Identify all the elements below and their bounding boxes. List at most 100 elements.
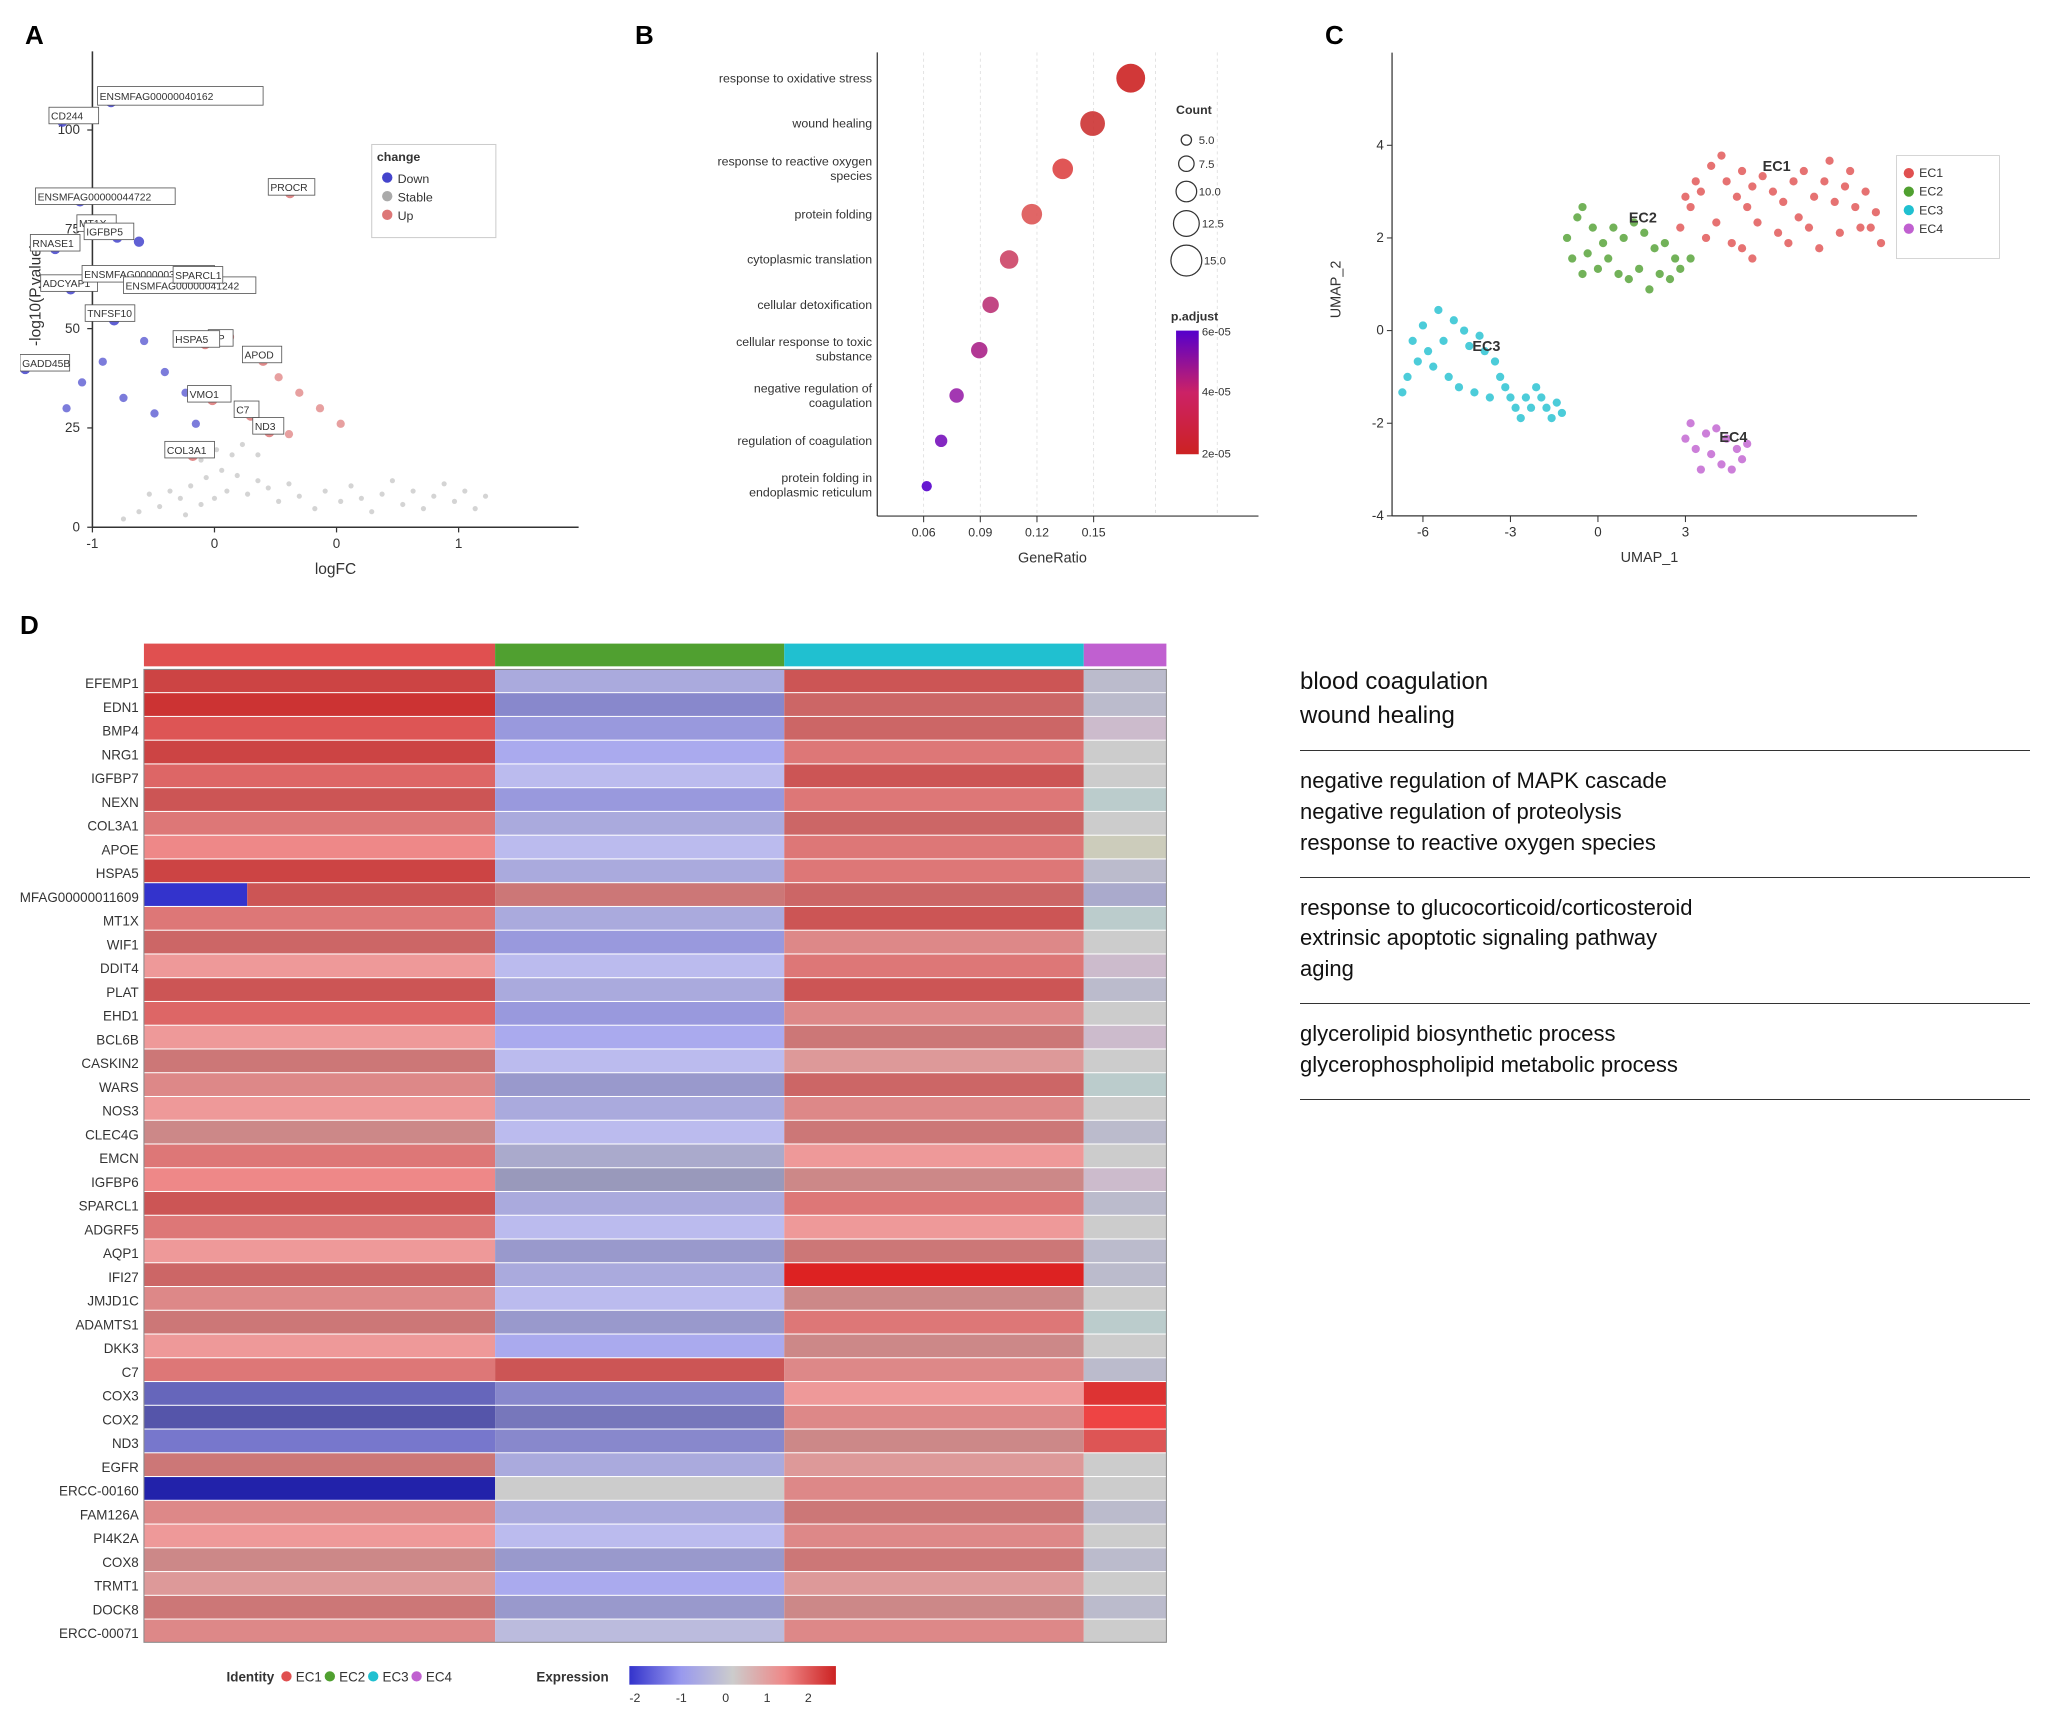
svg-text:2: 2	[805, 1691, 812, 1705]
svg-text:HSPA5: HSPA5	[96, 866, 139, 881]
svg-text:IGFBP5: IGFBP5	[86, 228, 123, 239]
panel-b-label: B	[635, 20, 654, 51]
svg-text:C7: C7	[122, 1365, 139, 1380]
svg-text:EHD1: EHD1	[103, 1009, 139, 1024]
svg-text:EC2: EC2	[339, 1670, 365, 1685]
svg-text:-log10(P.value): -log10(P.value)	[28, 243, 45, 346]
annotation-group-2: negative regulation of MAPK cascade nega…	[1300, 751, 2030, 877]
annotation-aging: aging	[1300, 954, 2030, 985]
svg-text:0.09: 0.09	[968, 526, 992, 540]
main-container: A 0 25 50 75 100 -1 0	[0, 0, 2050, 1707]
svg-text:-3: -3	[1504, 524, 1516, 539]
svg-text:EC4: EC4	[1919, 222, 1943, 236]
svg-text:DDIT4: DDIT4	[100, 961, 139, 976]
panel-d-annotations: blood coagulation wound healing negative…	[1280, 610, 2030, 1710]
svg-text:GeneRatio: GeneRatio	[1018, 550, 1087, 566]
svg-text:regulation of coagulation: regulation of coagulation	[737, 434, 872, 448]
svg-text:EC3: EC3	[1919, 203, 1943, 217]
svg-text:0: 0	[722, 1691, 729, 1705]
svg-text:NRG1: NRG1	[102, 747, 139, 762]
svg-text:BMP4: BMP4	[102, 724, 139, 739]
svg-text:5.0: 5.0	[1199, 135, 1215, 147]
svg-text:-4: -4	[1372, 508, 1384, 523]
svg-text:change: change	[377, 150, 421, 164]
svg-text:6e-05: 6e-05	[1202, 327, 1231, 339]
svg-text:HSPA5: HSPA5	[175, 335, 208, 346]
umap-plot: -4 -2 0 2 4 -6 -3 0	[1320, 20, 2020, 600]
svg-text:12.5: 12.5	[1202, 219, 1224, 231]
svg-text:0.12: 0.12	[1025, 526, 1049, 540]
svg-text:IGFBP7: IGFBP7	[91, 771, 139, 786]
svg-text:CLEC4G: CLEC4G	[85, 1127, 139, 1142]
svg-text:COX8: COX8	[102, 1555, 139, 1570]
svg-text:WIF1: WIF1	[107, 937, 139, 952]
panel-c-label: C	[1325, 20, 1344, 51]
annotation-apoptosis: extrinsic apoptotic signaling pathway	[1300, 923, 2030, 954]
bottom-row: D EFEMP1 EDN1 BMP4 NRG1 I	[20, 610, 2030, 1710]
svg-text:COL3A1: COL3A1	[167, 446, 207, 457]
svg-text:Down: Down	[398, 172, 430, 186]
svg-text:PLAT: PLAT	[106, 985, 139, 1000]
annotation-glycerolipid: glycerolipid biosynthetic process	[1300, 1019, 2030, 1050]
svg-text:PROCR: PROCR	[270, 183, 307, 194]
annotation-ros: response to reactive oxygen species	[1300, 828, 2030, 859]
svg-text:C7: C7	[236, 405, 249, 416]
heatmap-svg: EFEMP1 EDN1 BMP4 NRG1 IGFBP7 NEXN COL3A1…	[20, 610, 1280, 1710]
svg-text:EGFR: EGFR	[102, 1460, 140, 1475]
svg-text:ERCC-00071: ERCC-00071	[59, 1626, 139, 1641]
svg-text:protein folding: protein folding	[794, 207, 872, 221]
svg-text:cytoplasmic translation: cytoplasmic translation	[747, 253, 872, 267]
svg-text:-2: -2	[629, 1691, 640, 1705]
svg-text:ADGRF5: ADGRF5	[84, 1222, 138, 1237]
annotation-group-3: response to glucocorticoid/corticosteroi…	[1300, 878, 2030, 1004]
panel-d: D EFEMP1 EDN1 BMP4 NRG1 I	[20, 610, 1280, 1710]
svg-text:SPARCL1: SPARCL1	[175, 271, 222, 282]
panel-a: A 0 25 50 75 100 -1 0	[20, 20, 620, 600]
annotation-group-4: glycerolipid biosynthetic process glycer…	[1300, 1004, 2030, 1100]
svg-text:AQP1: AQP1	[103, 1246, 139, 1261]
svg-text:Up: Up	[398, 209, 414, 223]
svg-text:COX3: COX3	[102, 1389, 139, 1404]
top-row: A 0 25 50 75 100 -1 0	[20, 20, 2030, 600]
svg-text:FAM126A: FAM126A	[80, 1507, 139, 1522]
svg-text:0: 0	[211, 536, 218, 551]
svg-text:DOCK8: DOCK8	[93, 1602, 139, 1617]
annotation-group-1: blood coagulation wound healing	[1300, 650, 2030, 751]
svg-text:EC2: EC2	[1629, 211, 1657, 227]
svg-text:EMCN: EMCN	[99, 1151, 138, 1166]
annotation-glucocorticoid: response to glucocorticoid/corticosteroi…	[1300, 893, 2030, 924]
volcano-plot: 0 25 50 75 100 -1 0 0 1 logFC	[20, 20, 620, 600]
svg-text:Expression: Expression	[536, 1670, 608, 1685]
svg-text:Identity: Identity	[227, 1670, 275, 1685]
svg-text:cellular response to toxic: cellular response to toxic	[736, 335, 872, 349]
svg-text:ENSMFAG00000011609: ENSMFAG00000011609	[20, 890, 139, 905]
svg-text:1: 1	[455, 536, 462, 551]
svg-text:protein folding in: protein folding in	[781, 471, 872, 485]
svg-text:50: 50	[65, 321, 80, 336]
svg-text:PI4K2A: PI4K2A	[93, 1531, 139, 1546]
svg-text:-6: -6	[1417, 524, 1429, 539]
svg-text:0.15: 0.15	[1082, 526, 1106, 540]
panel-a-label: A	[25, 20, 44, 51]
svg-text:APOE: APOE	[102, 842, 139, 857]
svg-text:CD244: CD244	[51, 112, 83, 123]
svg-text:cellular detoxification: cellular detoxification	[757, 298, 872, 312]
svg-text:EFEMP1: EFEMP1	[85, 676, 139, 691]
svg-text:VMO1: VMO1	[190, 390, 220, 401]
svg-text:ENSMFAG00000040162: ENSMFAG00000040162	[100, 92, 214, 103]
svg-text:substance: substance	[816, 349, 872, 363]
svg-text:p.adjust: p.adjust	[1171, 309, 1218, 323]
svg-text:0: 0	[73, 519, 80, 534]
svg-text:negative regulation of: negative regulation of	[754, 381, 873, 395]
svg-text:EC4: EC4	[426, 1670, 453, 1685]
panel-c: C -4 -2 0 2 4	[1320, 20, 2020, 600]
svg-text:CASKIN2: CASKIN2	[81, 1056, 138, 1071]
svg-text:UMAP_1: UMAP_1	[1621, 550, 1679, 566]
svg-text:EC4: EC4	[1719, 430, 1747, 446]
svg-text:1: 1	[764, 1691, 771, 1705]
svg-text:BCL6B: BCL6B	[96, 1032, 139, 1047]
svg-text:0.06: 0.06	[912, 526, 936, 540]
svg-text:NOS3: NOS3	[102, 1104, 139, 1119]
svg-text:0: 0	[1594, 524, 1601, 539]
svg-text:-1: -1	[86, 536, 98, 551]
